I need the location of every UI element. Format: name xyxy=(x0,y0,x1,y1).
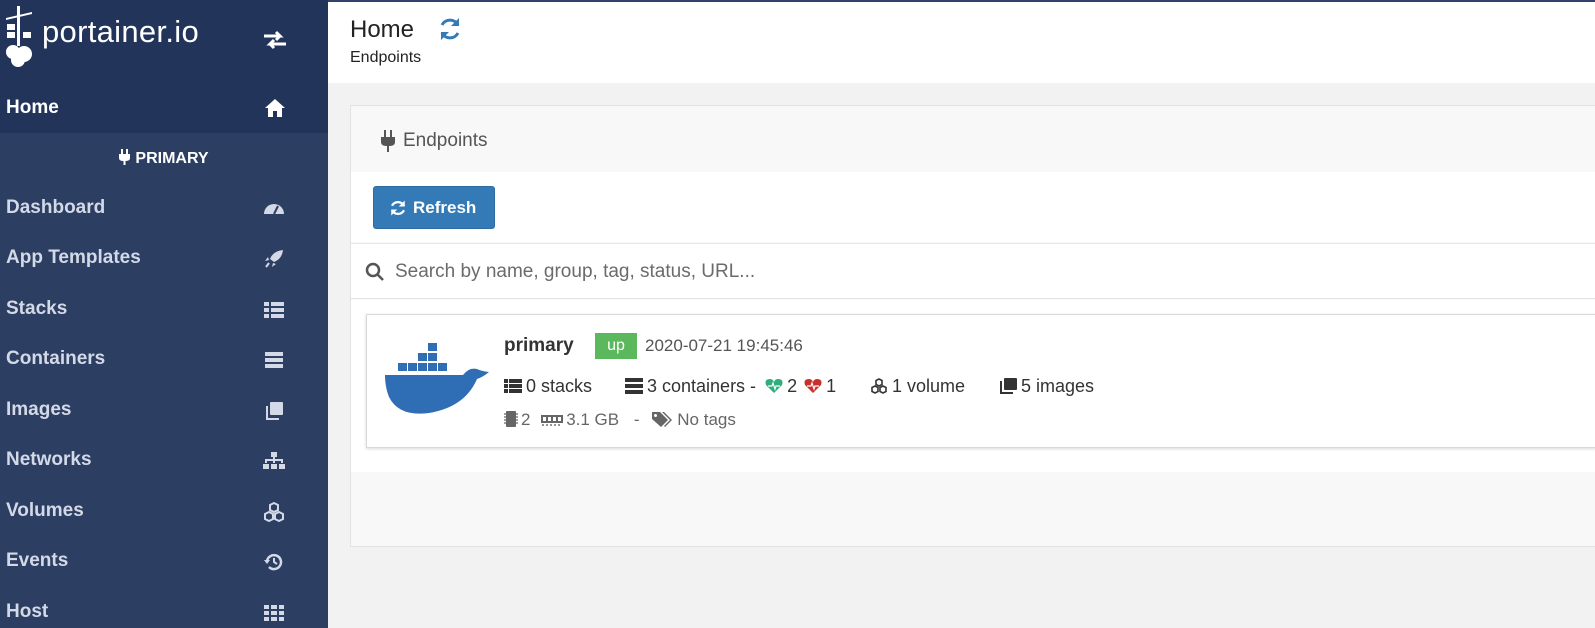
endpoint-name: primary xyxy=(504,335,574,356)
sitemap-icon xyxy=(263,452,285,469)
sidebar-item-events[interactable]: Events xyxy=(0,536,328,587)
clone-icon xyxy=(266,402,283,420)
host-resources: 2 3.1 GB - No tags xyxy=(504,410,736,430)
memory-icon xyxy=(541,415,564,426)
stacks-count: 0 stacks xyxy=(504,376,592,397)
cubes-icon xyxy=(264,502,284,522)
widget-title: Endpoints xyxy=(403,130,488,151)
memory-size: 3.1 GB xyxy=(566,410,620,429)
refresh-icon[interactable] xyxy=(438,16,462,42)
microchip-icon xyxy=(504,411,518,427)
history-icon xyxy=(264,553,283,571)
endpoint-timestamp: 2020-07-21 19:45:46 xyxy=(645,336,803,355)
page-header: Home Endpoints xyxy=(328,0,1595,83)
unhealthy-heartbeat-icon xyxy=(804,379,822,393)
sidebar-item-label: Containers xyxy=(6,348,106,369)
separator: - xyxy=(633,410,640,429)
unhealthy-count: 1 xyxy=(826,376,837,396)
refresh-button[interactable]: Refresh xyxy=(373,186,495,229)
images-count: 5 images xyxy=(999,376,1094,397)
sidebar-item-label: App Templates xyxy=(6,247,141,268)
sidebar-item-label: Stacks xyxy=(6,298,68,319)
endpoint-card[interactable]: primary up 2020-07-21 19:45:46 0 stacks … xyxy=(366,314,1595,448)
status-badge: up xyxy=(595,333,637,359)
search-icon xyxy=(365,262,384,281)
clone-icon xyxy=(1000,378,1017,394)
sidebar-item-volumes[interactable]: Volumes xyxy=(0,486,328,537)
healthy-count: 2 xyxy=(787,376,798,396)
sidebar-item-label: Home xyxy=(6,97,59,118)
sidebar-item-home[interactable]: Home xyxy=(0,82,328,133)
healthy-heartbeat-icon xyxy=(765,379,783,393)
endpoints-widget: Endpoints Refresh Search by name, group,… xyxy=(350,105,1595,547)
page-title: Home xyxy=(350,16,415,43)
brand-header: portainer.io xyxy=(0,0,328,82)
sidebar-item-networks[interactable]: Networks xyxy=(0,435,328,486)
tags-icon xyxy=(652,412,673,427)
sidebar-item-label: Dashboard xyxy=(6,197,106,218)
sidebar-item-label: Networks xyxy=(6,449,92,470)
tachometer-icon xyxy=(264,204,284,215)
th-list-icon xyxy=(264,302,284,318)
sidebar-item-stacks[interactable]: Stacks xyxy=(0,284,328,335)
exchange-icon[interactable] xyxy=(262,28,288,52)
plug-icon xyxy=(119,149,131,165)
sidebar-item-label: Events xyxy=(6,550,69,571)
endpoint-tags: No tags xyxy=(677,410,736,429)
sidebar-item-dashboard[interactable]: Dashboard xyxy=(0,183,328,234)
docker-icon xyxy=(385,343,489,414)
server-icon xyxy=(625,378,643,394)
widget-header: Endpoints xyxy=(351,106,1595,172)
refresh-icon xyxy=(391,200,405,216)
plug-icon xyxy=(381,130,395,152)
endpoint-name-label: PRIMARY xyxy=(135,150,209,167)
sidebar-endpoint-header: PRIMARY xyxy=(0,133,328,183)
sidebar-item-label: Images xyxy=(6,399,72,420)
sidebar-item-label: Host xyxy=(6,601,49,622)
th-icon xyxy=(264,605,284,621)
server-icon xyxy=(265,352,283,368)
brand-name: portainer.io xyxy=(42,14,199,49)
refresh-button-label: Refresh xyxy=(413,198,477,217)
cpu-count: 2 xyxy=(521,410,531,429)
portainer-logo-icon xyxy=(6,6,32,67)
sidebar-item-images[interactable]: Images xyxy=(0,385,328,436)
containers-count: 3 containers - 2 1 xyxy=(625,376,836,397)
search-bar xyxy=(351,243,1595,299)
cubes-icon xyxy=(871,378,887,394)
sidebar-item-containers[interactable]: Containers xyxy=(0,334,328,385)
rocket-icon xyxy=(265,250,283,268)
sidebar: portainer.io Home PRIMARY Dashboard App … xyxy=(0,0,328,628)
sidebar-item-label: Volumes xyxy=(6,500,84,521)
volumes-count: 1 volume xyxy=(870,376,965,397)
endpoint-list: primary up 2020-07-21 19:45:46 0 stacks … xyxy=(351,300,1595,472)
th-list-icon xyxy=(504,379,522,393)
sidebar-item-app-templates[interactable]: App Templates xyxy=(0,233,328,284)
widget-toolbar: Refresh xyxy=(351,172,1595,242)
search-input[interactable] xyxy=(395,256,1095,288)
sidebar-item-host[interactable]: Host xyxy=(0,587,328,628)
breadcrumb: Endpoints xyxy=(350,49,422,66)
home-icon xyxy=(265,99,285,117)
